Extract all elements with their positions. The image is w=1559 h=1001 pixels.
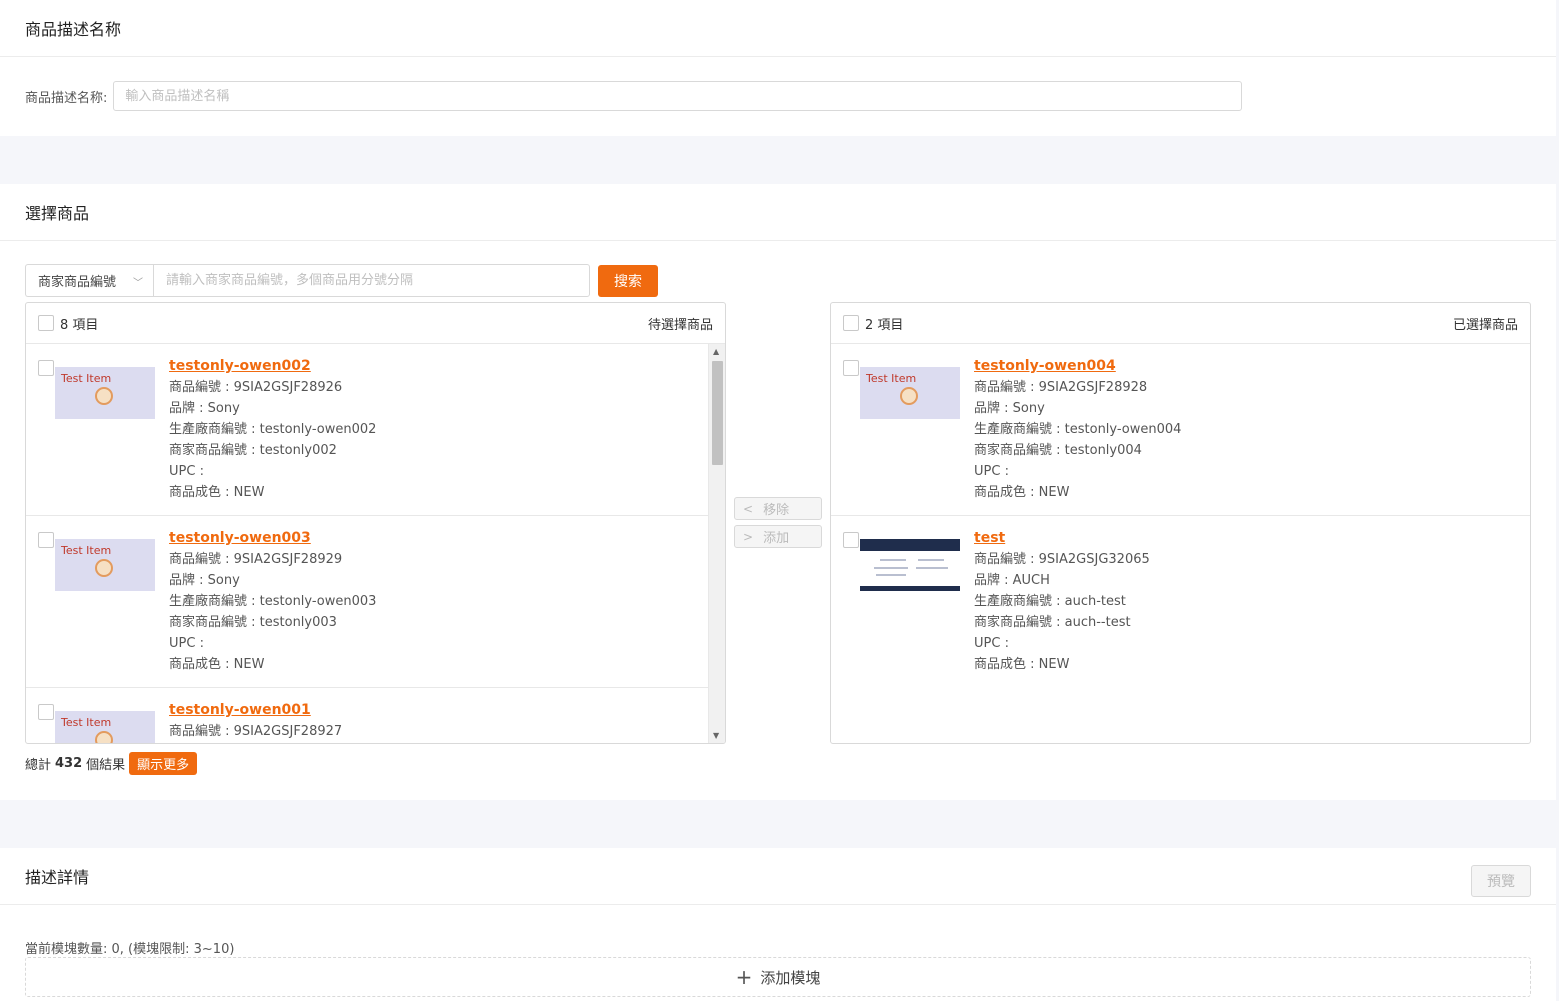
product-name-link[interactable]: testonly-owen002 (169, 356, 376, 377)
search-button[interactable]: 搜索 (598, 264, 658, 297)
product-info: testonly-owen001 商品編號 : 9SIA2GSJF28927 (169, 700, 342, 742)
panel-title: 待選擇商品 (647, 317, 713, 333)
product-brand: 品牌 : AUCH (974, 573, 1050, 588)
scrollbar-thumb[interactable] (712, 361, 723, 465)
search-type-select[interactable]: 商家商品編號 ﹀ (25, 264, 153, 297)
product-list: Test Item testonly-owen004 商品編號 : 9SIA2G… (831, 344, 1530, 743)
available-products-panel: 8 項目 待選擇商品 Test Item testonly-owen002 商品… (25, 302, 726, 744)
product-thumbnail (860, 539, 960, 591)
product-description-name-section: 商品描述名称 商品描述名称: (0, 0, 1556, 136)
product-brand: 品牌 : Sony (169, 573, 240, 588)
product-sku: 商品編號 : 9SIA2GSJF28926 (169, 380, 343, 395)
list-item: Test Item testonly-owen003 商品編號 : 9SIA2G… (26, 516, 725, 688)
plus-icon: + (735, 965, 753, 989)
product-sku: 商品編號 : 9SIA2GSJF28928 (974, 380, 1148, 395)
product-seller-sku: 商家商品編號 : auch--test (974, 615, 1131, 630)
product-thumbnail: Test Item (55, 711, 155, 743)
product-name-link[interactable]: testonly-owen001 (169, 700, 342, 721)
total-count: 432 (55, 756, 83, 771)
product-name-link[interactable]: testonly-owen004 (974, 356, 1181, 377)
product-condition: 商品成色 : NEW (169, 485, 265, 500)
product-upc: UPC : (169, 464, 204, 479)
chevron-down-icon: ﹀ (133, 278, 143, 289)
scroll-down-icon[interactable]: ▼ (713, 731, 719, 740)
product-thumbnail: Test Item (55, 367, 155, 419)
panel-title: 已選擇商品 (1452, 317, 1518, 333)
show-more-button[interactable]: 顯示更多 (129, 752, 198, 775)
select-all-checkbox[interactable] (38, 315, 54, 331)
product-info: testonly-owen003 商品編號 : 9SIA2GSJF28929 品… (169, 528, 376, 675)
item-count: 2 項目 (865, 317, 904, 333)
preview-button[interactable]: 預覽 (1471, 865, 1531, 897)
add-button[interactable]: > 添加 (734, 525, 822, 548)
product-name-link[interactable]: testonly-owen003 (169, 528, 376, 549)
product-condition: 商品成色 : NEW (974, 485, 1070, 500)
product-upc: UPC : (169, 636, 204, 651)
product-upc: UPC : (974, 464, 1009, 479)
product-mfr: 生產廠商編號 : testonly-owen003 (169, 594, 377, 609)
item-checkbox[interactable] (843, 532, 859, 548)
list-item: test 商品編號 : 9SIA2GSJG32065 品牌 : AUCH 生產廠… (831, 516, 1530, 688)
select-products-section: 選擇商品 商家商品編號 ﹀ 搜索 8 項目 待選擇商品 Test Item te… (0, 184, 1556, 800)
product-brand: 品牌 : Sony (169, 401, 240, 416)
product-upc: UPC : (974, 636, 1009, 651)
product-sku: 商品編號 : 9SIA2GSJG32065 (974, 552, 1150, 567)
description-name-input[interactable] (113, 81, 1243, 111)
product-seller-sku: 商家商品編號 : testonly003 (169, 615, 337, 630)
product-info: test 商品編號 : 9SIA2GSJG32065 品牌 : AUCH 生產廠… (974, 528, 1150, 675)
selected-products-panel: 2 項目 已選擇商品 Test Item testonly-owen004 商品… (830, 302, 1531, 744)
description-name-row: 商品描述名称: (25, 81, 1243, 111)
item-count: 8 項目 (60, 317, 99, 333)
description-name-label: 商品描述名称: (25, 90, 108, 106)
list-item: Test Item testonly-owen002 商品編號 : 9SIA2G… (26, 344, 725, 516)
module-count: 當前模塊數量: 0, (模塊限制: 3~10) (25, 942, 235, 957)
add-module-button[interactable]: + 添加模塊 (25, 957, 1531, 997)
list-item: Test Item testonly-owen004 商品編號 : 9SIA2G… (831, 344, 1530, 516)
item-checkbox[interactable] (38, 360, 54, 376)
section-title: 選擇商品 (0, 184, 1556, 241)
chevron-left-icon: < (743, 501, 754, 516)
item-checkbox[interactable] (843, 360, 859, 376)
product-mfr: 生產廠商編號 : testonly-owen002 (169, 422, 377, 437)
product-condition: 商品成色 : NEW (169, 657, 265, 672)
panel-header: 2 項目 已選擇商品 (831, 303, 1530, 344)
product-seller-sku: 商家商品編號 : testonly002 (169, 443, 337, 458)
section-title: 商品描述名称 (0, 0, 1556, 57)
product-info: testonly-owen004 商品編號 : 9SIA2GSJF28928 品… (974, 356, 1181, 503)
search-row: 商家商品編號 ﹀ 搜索 (25, 264, 658, 297)
product-info: testonly-owen002 商品編號 : 9SIA2GSJF28926 品… (169, 356, 376, 503)
product-brand: 品牌 : Sony (974, 401, 1045, 416)
chevron-right-icon: > (743, 529, 754, 544)
product-thumbnail: Test Item (55, 539, 155, 591)
scroll-up-icon[interactable]: ▲ (713, 347, 719, 356)
item-checkbox[interactable] (38, 704, 54, 720)
description-details-section: 描述詳情 預覽 當前模塊數量: 0, (模塊限制: 3~10) + 添加模塊 (0, 848, 1556, 1001)
product-thumbnail: Test Item (860, 367, 960, 419)
section-title: 描述詳情 (0, 848, 1556, 905)
product-sku: 商品編號 : 9SIA2GSJF28929 (169, 552, 343, 567)
product-name-link[interactable]: test (974, 528, 1150, 549)
product-list: Test Item testonly-owen002 商品編號 : 9SIA2G… (26, 344, 725, 743)
item-checkbox[interactable] (38, 532, 54, 548)
select-all-checkbox[interactable] (843, 315, 859, 331)
panel-header: 8 項目 待選擇商品 (26, 303, 725, 344)
product-mfr: 生產廠商編號 : auch-test (974, 594, 1126, 609)
product-condition: 商品成色 : NEW (974, 657, 1070, 672)
product-sku: 商品編號 : 9SIA2GSJF28927 (169, 724, 343, 739)
product-mfr: 生產廠商編號 : testonly-owen004 (974, 422, 1182, 437)
total-results: 總計 432 個結果 顯示更多 (25, 752, 198, 775)
search-input[interactable] (153, 264, 590, 297)
search-type-value: 商家商品編號 (38, 275, 117, 290)
remove-button[interactable]: < 移除 (734, 497, 822, 520)
product-seller-sku: 商家商品編號 : testonly004 (974, 443, 1142, 458)
list-scrollbar[interactable]: ▲ ▼ (708, 344, 725, 743)
list-item: Test Item testonly-owen001 商品編號 : 9SIA2G… (26, 688, 725, 743)
